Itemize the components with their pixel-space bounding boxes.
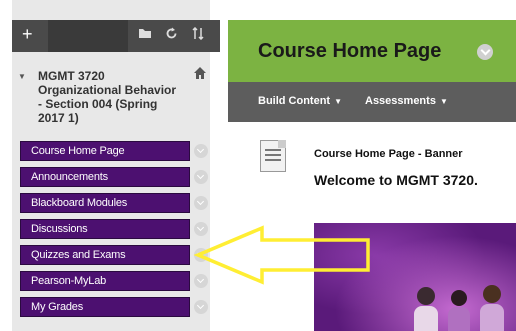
sidebar-toolbar: + bbox=[12, 20, 220, 52]
menu-item-label[interactable]: Quizzes and Exams bbox=[20, 245, 190, 265]
menu-item-blackboard-modules[interactable]: Blackboard Modules bbox=[20, 193, 212, 215]
menu-item-pearson-mylab[interactable]: Pearson-MyLab bbox=[20, 271, 212, 293]
plus-icon[interactable]: + bbox=[22, 25, 33, 43]
chevron-down-icon[interactable] bbox=[194, 170, 208, 184]
menu-item-label[interactable]: Course Home Page bbox=[20, 141, 190, 161]
course-menu: Course Home Page Announcements Blackboar… bbox=[20, 141, 212, 323]
page-header: Course Home Page bbox=[228, 20, 516, 82]
chevron-down-icon[interactable] bbox=[194, 248, 208, 262]
menu-item-my-grades[interactable]: My Grades bbox=[20, 297, 212, 319]
menu-item-course-home-page[interactable]: Course Home Page bbox=[20, 141, 212, 163]
refresh-icon[interactable] bbox=[165, 27, 178, 44]
chevron-down-icon[interactable] bbox=[477, 44, 493, 60]
build-content-button[interactable]: Build Content ▼ bbox=[258, 95, 342, 107]
menu-item-announcements[interactable]: Announcements bbox=[20, 167, 212, 189]
action-bar: Build Content ▼ Assessments ▼ bbox=[228, 82, 516, 122]
content-item-title[interactable]: Course Home Page - Banner bbox=[314, 148, 463, 160]
course-sidebar: + ▼ MGMT 3720 Organizational Behavior - … bbox=[0, 0, 220, 331]
menu-item-label[interactable]: Discussions bbox=[20, 219, 190, 239]
sidebar-search-area[interactable] bbox=[48, 20, 128, 52]
course-title[interactable]: MGMT 3720 Organizational Behavior - Sect… bbox=[38, 69, 198, 125]
chevron-down-icon[interactable] bbox=[194, 196, 208, 210]
chevron-down-icon: ▼ bbox=[439, 97, 448, 106]
menu-item-discussions[interactable]: Discussions bbox=[20, 219, 212, 241]
welcome-heading: Welcome to MGMT 3720. bbox=[314, 172, 478, 188]
document-icon bbox=[260, 140, 286, 172]
home-icon[interactable] bbox=[193, 66, 207, 80]
menu-item-label[interactable]: My Grades bbox=[20, 297, 190, 317]
chevron-down-icon[interactable] bbox=[194, 274, 208, 288]
people-photo-icon bbox=[414, 285, 504, 331]
sort-icon[interactable] bbox=[192, 26, 204, 44]
chevron-down-icon: ▼ bbox=[334, 97, 343, 106]
collapse-triangle-icon[interactable]: ▼ bbox=[18, 72, 26, 81]
main-content: Course Home Page Build Content ▼ Assessme… bbox=[228, 20, 516, 331]
chevron-down-icon[interactable] bbox=[194, 300, 208, 314]
page-title: Course Home Page bbox=[258, 40, 442, 62]
course-title-line: 2017 1) bbox=[38, 111, 79, 125]
chevron-down-icon[interactable] bbox=[194, 144, 208, 158]
course-title-line: MGMT 3720 bbox=[38, 69, 105, 83]
menu-item-label[interactable]: Blackboard Modules bbox=[20, 193, 190, 213]
menu-item-label[interactable]: Announcements bbox=[20, 167, 190, 187]
chevron-down-icon[interactable] bbox=[194, 222, 208, 236]
folder-icon[interactable] bbox=[138, 27, 152, 43]
menu-item-label[interactable]: Pearson-MyLab bbox=[20, 271, 190, 291]
banner-image bbox=[314, 223, 516, 331]
assessments-label: Assessments bbox=[365, 95, 436, 107]
menu-item-quizzes-and-exams[interactable]: Quizzes and Exams bbox=[20, 245, 212, 267]
course-title-line: Organizational Behavior bbox=[38, 83, 177, 97]
assessments-button[interactable]: Assessments ▼ bbox=[365, 95, 448, 107]
course-title-line: - Section 004 (Spring bbox=[38, 97, 158, 111]
build-content-label: Build Content bbox=[258, 95, 331, 107]
